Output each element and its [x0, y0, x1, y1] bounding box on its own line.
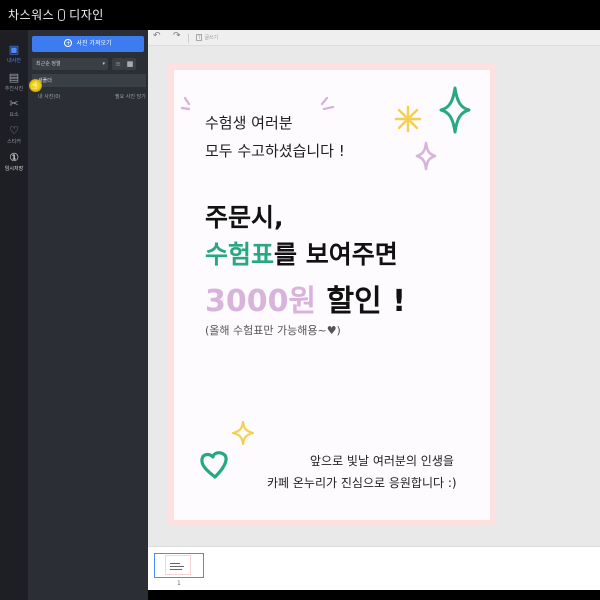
heart-icon: ♡	[9, 124, 19, 137]
brand-badge-icon	[58, 9, 66, 21]
save-icon: ①	[9, 151, 19, 164]
poster-order-line[interactable]: 주문시,	[205, 198, 284, 234]
rail-label-upload: 내사진	[7, 58, 21, 64]
rail-label-save: 임시저장	[4, 166, 24, 172]
ticket-rest: 를 보여주면	[274, 240, 398, 269]
sort-select-value: 최근순 정렬	[36, 61, 61, 67]
rail-item-sticker[interactable]: ♡ 스티커	[0, 121, 28, 149]
add-text-button[interactable]: T 글쓰기	[196, 34, 218, 41]
poster-greeting-line2[interactable]: 모두 수고하셨습니다 !	[205, 140, 345, 161]
yellow-burst-icon	[394, 105, 422, 133]
list-view-button[interactable]: ≡	[112, 58, 124, 70]
text-icon: ▤	[8, 71, 20, 84]
accent-lines-right-icon	[320, 96, 335, 111]
app-title-suffix: 디자인	[69, 8, 104, 22]
rail-item-save[interactable]: ① 임시저장	[0, 148, 28, 176]
add-photos-link[interactable]: 필요 사진 담기	[115, 93, 146, 100]
thumb-text-line	[170, 563, 180, 564]
rail-item-text[interactable]: ▤ 추진사진	[0, 68, 28, 96]
poster-closing-line2[interactable]: 카페 온누리가 진심으로 응원합니다 :)	[267, 474, 457, 491]
yellow-sparkle-icon	[231, 420, 255, 446]
undo-icon[interactable]: ↶	[153, 31, 161, 41]
poster-closing-line1[interactable]: 앞으로 빛날 여러분의 인생을	[310, 452, 454, 469]
ticket-highlight: 수험표	[205, 240, 275, 269]
lavender-sparkle-icon	[415, 141, 437, 171]
thumb-text-line	[170, 569, 182, 570]
grid-view-icon: ▦	[126, 60, 134, 68]
discount-amount: 3000원	[205, 284, 317, 319]
rail-item-element[interactable]: ✂ 요소	[0, 94, 28, 122]
app-title-brand: 차스워스	[8, 8, 55, 22]
poster-greeting-line1[interactable]: 수험생 여러분	[205, 112, 293, 133]
page-thumbnail-preview	[165, 555, 191, 575]
discount-rest: 할인 !	[316, 284, 406, 319]
app-title: 차스워스 디자인	[8, 6, 104, 23]
my-photos-item[interactable]: 내 사진(0)	[38, 93, 60, 100]
green-heart-icon	[200, 451, 228, 479]
hand-cursor-icon: ☝	[31, 79, 38, 92]
text-tool-icon: T	[196, 34, 203, 41]
rail-item-upload[interactable]: ▣ 내사진	[0, 40, 28, 68]
poster-discount-line[interactable]: 3000원 할인 !	[205, 276, 406, 320]
list-view-icon: ≡	[115, 60, 121, 68]
page-number: 1	[177, 580, 181, 587]
rail-label-element: 요소	[9, 112, 19, 118]
chevron-down-icon: ▾	[102, 61, 105, 67]
upload-photo-label: 사진 가져오기	[76, 40, 112, 47]
thumb-text-line	[170, 566, 184, 567]
poster-ticket-line[interactable]: 수험표를 보여주면	[205, 235, 398, 271]
page-strip	[148, 546, 600, 590]
redo-icon[interactable]: ↷	[173, 31, 181, 41]
poster-note[interactable]: (올해 수험표만 가능해용~♥)	[205, 322, 341, 338]
grid-view-button[interactable]: ▦	[124, 58, 136, 70]
rail-label-sticker: 스티커	[7, 139, 21, 145]
sort-select[interactable]: 최근순 정렬 ▾	[32, 58, 108, 70]
add-text-label: 글쓰기	[204, 35, 219, 41]
side-panel	[28, 30, 148, 600]
toolbar-divider	[188, 34, 189, 43]
element-icon: ✂	[9, 97, 19, 110]
upload-photo-button[interactable]: + 사진 가져오기	[32, 36, 144, 52]
upload-icon: ▣	[8, 43, 20, 56]
rail-label-text: 추진사진	[4, 86, 24, 92]
plus-icon: +	[64, 39, 73, 47]
green-sparkle-icon	[439, 86, 471, 134]
